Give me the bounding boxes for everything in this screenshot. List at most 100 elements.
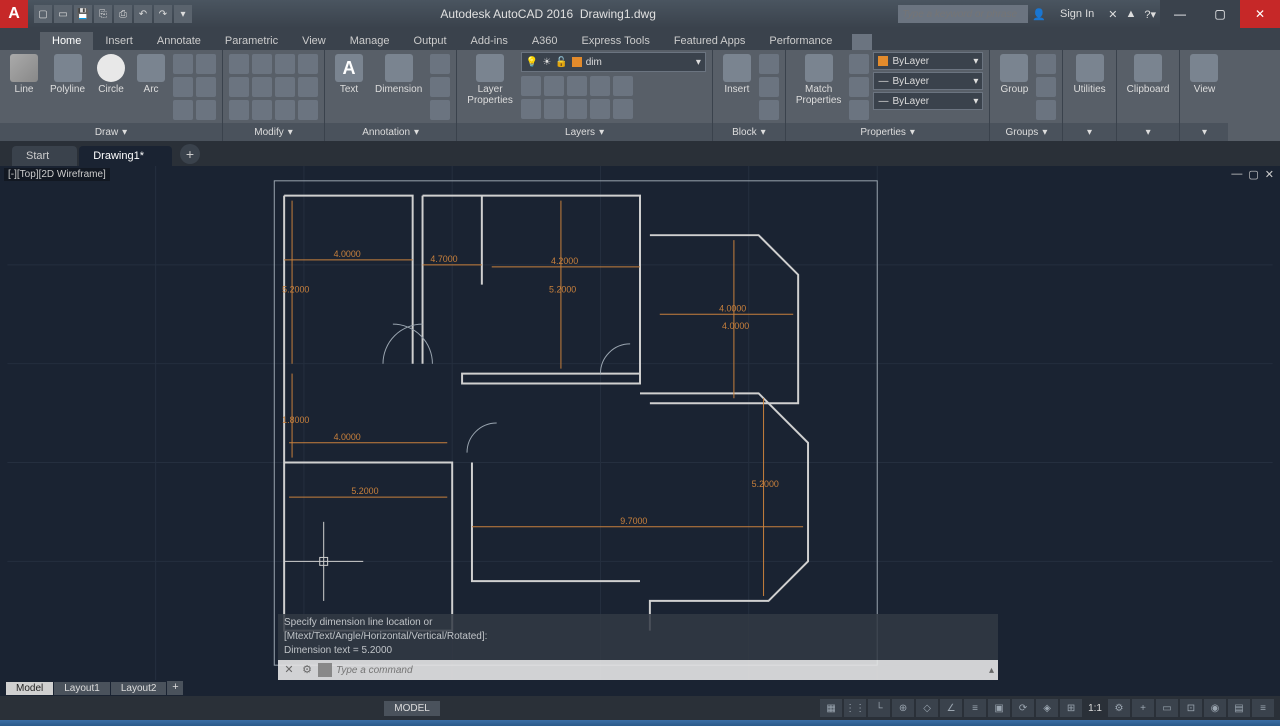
layer-tool-2[interactable] xyxy=(544,76,564,96)
status-ortho-icon[interactable]: └ xyxy=(868,699,890,717)
status-model-button[interactable]: MODEL xyxy=(384,701,440,716)
status-customize-icon[interactable]: ≡ xyxy=(1252,699,1274,717)
status-clean-icon[interactable]: ▤ xyxy=(1228,699,1250,717)
drawing-tab-start[interactable]: Start xyxy=(12,146,77,166)
grp-1[interactable] xyxy=(1036,54,1056,74)
status-track-icon[interactable]: ∠ xyxy=(940,699,962,717)
qat-open-icon[interactable]: ▭ xyxy=(54,5,72,23)
cmd-config-icon[interactable]: ⚙ xyxy=(300,663,314,677)
status-osnap-icon[interactable]: ◇ xyxy=(916,699,938,717)
vp-minimize-icon[interactable]: — xyxy=(1231,168,1242,181)
tab-parametric[interactable]: Parametric xyxy=(213,32,290,50)
exchange-icon[interactable]: ✕ xyxy=(1108,8,1117,21)
lineweight-dropdown[interactable]: —ByLayer▾ xyxy=(873,72,983,90)
qat-print-icon[interactable]: ⎙ xyxy=(114,5,132,23)
layer-tool-5[interactable] xyxy=(613,76,633,96)
draw-small-3[interactable] xyxy=(173,77,193,97)
layer-tool-3[interactable] xyxy=(567,76,587,96)
layout-tab-add[interactable]: + xyxy=(167,681,183,695)
status-3dosnap-icon[interactable]: ◈ xyxy=(1036,699,1058,717)
status-isolate-icon[interactable]: ◉ xyxy=(1204,699,1226,717)
qat-more-icon[interactable]: ▾ xyxy=(174,5,192,23)
groups-group-label[interactable]: Groups ▾ xyxy=(990,123,1062,141)
properties-group-label[interactable]: Properties ▾ xyxy=(786,123,990,141)
prop-2[interactable] xyxy=(849,77,869,97)
modify-4[interactable] xyxy=(298,54,318,74)
autodesk-icon[interactable]: ▲ xyxy=(1125,8,1136,20)
layer-tool-7[interactable] xyxy=(544,99,564,119)
block-1[interactable] xyxy=(759,54,779,74)
cmd-expand-icon[interactable]: ▴ xyxy=(989,665,994,676)
status-annoscale-icon[interactable]: ⚙ xyxy=(1108,699,1130,717)
tab-a360[interactable]: A360 xyxy=(520,32,570,50)
fillet-button[interactable] xyxy=(275,77,295,97)
array-button[interactable] xyxy=(275,100,295,120)
color-dropdown[interactable]: ByLayer▾ xyxy=(873,52,983,70)
tab-featured[interactable]: Featured Apps xyxy=(662,32,758,50)
vp-close-icon[interactable]: ✕ xyxy=(1265,168,1274,181)
status-monitor-icon[interactable]: ▭ xyxy=(1156,699,1178,717)
draw-small-5[interactable] xyxy=(173,100,193,120)
linetype-dropdown[interactable]: —ByLayer▾ xyxy=(873,92,983,110)
help-search-input[interactable] xyxy=(898,5,1028,23)
block-2[interactable] xyxy=(759,77,779,97)
layer-tool-6[interactable] xyxy=(521,99,541,119)
line-button[interactable]: Line xyxy=(6,52,42,97)
layout-tab-layout1[interactable]: Layout1 xyxy=(54,682,110,695)
tab-view[interactable]: View xyxy=(290,32,338,50)
annotation-group-label[interactable]: Annotation ▾ xyxy=(325,123,456,141)
layers-group-label[interactable]: Layers ▾ xyxy=(457,123,712,141)
qat-saveas-icon[interactable]: ⎘ xyxy=(94,5,112,23)
anno-1[interactable] xyxy=(430,54,450,74)
tab-express[interactable]: Express Tools xyxy=(570,32,662,50)
prop-1[interactable] xyxy=(849,54,869,74)
prop-3[interactable] xyxy=(849,100,869,120)
infocenter-icon[interactable]: 👤 xyxy=(1032,8,1046,21)
mirror-button[interactable] xyxy=(252,77,272,97)
cmd-close-icon[interactable]: ✕ xyxy=(282,663,296,677)
layer-tool-8[interactable] xyxy=(567,99,587,119)
status-workspace-icon[interactable]: + xyxy=(1132,699,1154,717)
modify-8[interactable] xyxy=(298,77,318,97)
circle-button[interactable]: Circle xyxy=(93,52,129,97)
layer-tool-10[interactable] xyxy=(613,99,633,119)
insert-button[interactable]: Insert xyxy=(719,52,755,97)
trim-button[interactable] xyxy=(275,54,295,74)
layer-dropdown[interactable]: 💡 ☀ 🔓 dim ▾ xyxy=(521,52,706,72)
drawing-tab-drawing1[interactable]: Drawing1* xyxy=(79,146,172,166)
qat-save-icon[interactable]: 💾 xyxy=(74,5,92,23)
tab-addins[interactable]: Add-ins xyxy=(459,32,520,50)
layer-tool-9[interactable] xyxy=(590,99,610,119)
layout-tab-model[interactable]: Model xyxy=(6,682,53,695)
group-button[interactable]: Group xyxy=(996,52,1032,97)
status-cycling-icon[interactable]: ⟳ xyxy=(1012,699,1034,717)
stretch-button[interactable] xyxy=(229,100,249,120)
view-button[interactable]: View xyxy=(1186,52,1222,97)
close-button[interactable]: ✕ xyxy=(1240,0,1280,28)
viewport-label[interactable]: [-][Top][2D Wireframe] xyxy=(4,168,110,181)
command-input[interactable] xyxy=(336,665,985,676)
status-hardware-icon[interactable]: ⊡ xyxy=(1180,699,1202,717)
minimize-button[interactable]: — xyxy=(1160,0,1200,28)
maximize-button[interactable]: ▢ xyxy=(1200,0,1240,28)
block-group-label[interactable]: Block ▾ xyxy=(713,123,785,141)
grp-2[interactable] xyxy=(1036,77,1056,97)
drawing-tab-add[interactable]: + xyxy=(180,144,200,164)
layer-properties-button[interactable]: Layer Properties xyxy=(463,52,517,108)
draw-small-4[interactable] xyxy=(196,77,216,97)
clipboard-button[interactable]: Clipboard xyxy=(1123,52,1174,97)
arc-button[interactable]: Arc xyxy=(133,52,169,97)
modify-12[interactable] xyxy=(298,100,318,120)
draw-small-2[interactable] xyxy=(196,54,216,74)
draw-small-1[interactable] xyxy=(173,54,193,74)
layer-tool-1[interactable] xyxy=(521,76,541,96)
status-lineweight-icon[interactable]: ≡ xyxy=(964,699,986,717)
dimension-button[interactable]: Dimension xyxy=(371,52,426,97)
qat-undo-icon[interactable]: ↶ xyxy=(134,5,152,23)
anno-2[interactable] xyxy=(430,77,450,97)
tab-manage[interactable]: Manage xyxy=(338,32,402,50)
polyline-button[interactable]: Polyline xyxy=(46,52,89,97)
qat-redo-icon[interactable]: ↷ xyxy=(154,5,172,23)
status-grid-icon[interactable]: ▦ xyxy=(820,699,842,717)
clipboard-group-label[interactable]: ▾ xyxy=(1117,123,1180,141)
